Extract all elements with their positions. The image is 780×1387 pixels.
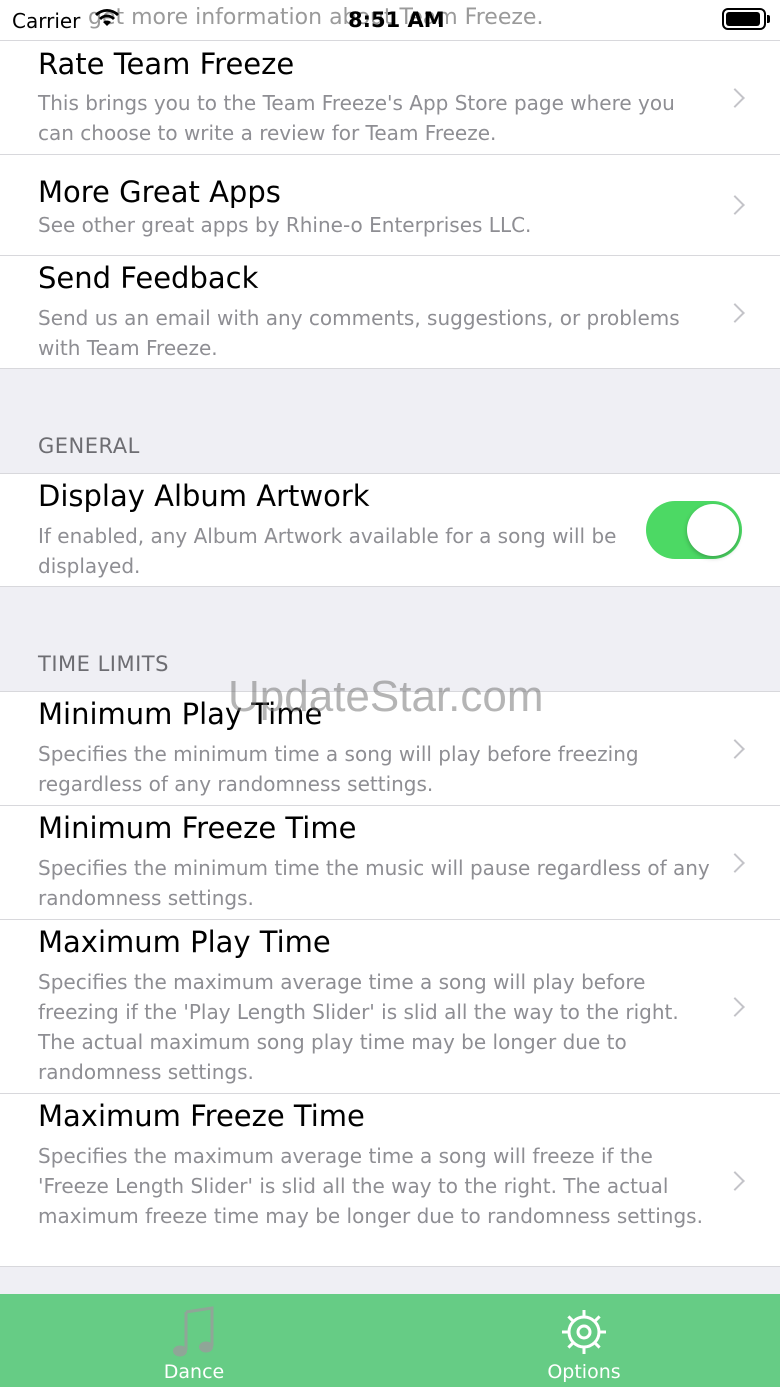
wifi-icon <box>95 9 119 26</box>
gear-icon <box>562 1310 606 1354</box>
chevron-right-icon <box>725 997 745 1017</box>
album-artwork-toggle[interactable] <box>646 501 742 559</box>
tab-label: Dance <box>163 1361 225 1383</box>
music-note-icon <box>173 1306 214 1357</box>
row-title: Rate Team Freeze <box>38 47 295 81</box>
scrolled-partial-text: get more information about Team Freeze. <box>88 5 544 30</box>
row-title: Maximum Play Time <box>38 925 331 959</box>
row-description: Specifies the maximum average time a son… <box>38 1144 703 1228</box>
row-title: Send Feedback <box>38 261 259 295</box>
tab-dance[interactable]: Dance <box>94 1294 294 1387</box>
send-feedback-row[interactable]: Send Feedback Send us an email with any … <box>0 255 780 369</box>
maximum-play-time-row[interactable]: Maximum Play Time Specifies the maximum … <box>0 919 780 1093</box>
chevron-right-icon <box>725 195 745 215</box>
carrier-label: Carrier <box>12 9 81 33</box>
tab-label: Options <box>547 1361 621 1383</box>
toggle-knob <box>687 504 739 556</box>
battery-icon <box>722 8 770 30</box>
row-description: If enabled, any Album Artwork available … <box>38 524 617 578</box>
tab-bar: Dance Options <box>0 1294 780 1387</box>
display-album-artwork-row: Display Album Artwork If enabled, any Al… <box>0 473 780 587</box>
row-description: Specifies the maximum average time a son… <box>38 970 679 1084</box>
chevron-right-icon <box>725 1171 745 1191</box>
section-header-time-limits: TIME LIMITS <box>38 652 169 676</box>
chevron-right-icon <box>725 739 745 759</box>
row-title: Minimum Freeze Time <box>38 811 357 845</box>
row-title: Display Album Artwork <box>38 479 370 513</box>
more-great-apps-row[interactable]: More Great Apps See other great apps by … <box>0 154 780 255</box>
status-bar: get more information about Team Freeze. … <box>0 0 780 40</box>
rate-team-freeze-row[interactable]: Rate Team Freeze This brings you to the … <box>0 40 780 154</box>
row-description: Send us an email with any comments, sugg… <box>38 306 680 360</box>
row-title: Maximum Freeze Time <box>38 1099 365 1133</box>
clock: 8:51 AM <box>348 8 445 32</box>
maximum-freeze-time-row[interactable]: Maximum Freeze Time Specifies the maximu… <box>0 1093 780 1267</box>
watermark: UpdateStar.com <box>228 672 544 721</box>
section-header-general: GENERAL <box>38 434 140 458</box>
settings-list[interactable]: Rate Team Freeze This brings you to the … <box>0 40 780 1294</box>
chevron-right-icon <box>725 88 745 108</box>
chevron-right-icon <box>725 303 745 323</box>
minimum-freeze-time-row[interactable]: Minimum Freeze Time Specifies the minimu… <box>0 805 780 919</box>
row-description: See other great apps by Rhine-o Enterpri… <box>38 213 532 237</box>
row-title: More Great Apps <box>38 175 281 209</box>
tab-options[interactable]: Options <box>484 1294 684 1387</box>
chevron-right-icon <box>725 853 745 873</box>
row-description: Specifies the minimum time a song will p… <box>38 742 639 796</box>
row-description: This brings you to the Team Freeze's App… <box>38 91 675 145</box>
row-description: Specifies the minimum time the music wil… <box>38 856 710 910</box>
